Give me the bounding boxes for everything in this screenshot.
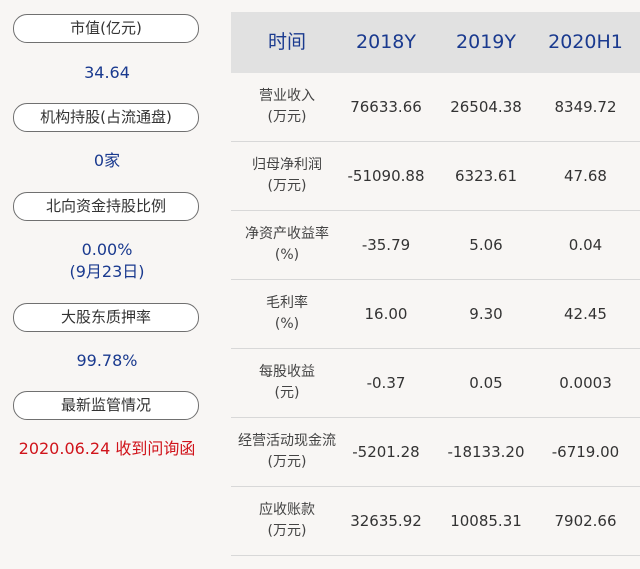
row-unit: (元) bbox=[274, 385, 300, 401]
table-row: 经营活动现金流 (万元) -5201.28 -18133.20 -6719.00 bbox=[231, 418, 640, 487]
row-unit: (%) bbox=[274, 316, 300, 332]
cell-2018y: 16.00 bbox=[364, 305, 408, 323]
northbound-holding-label: 北向资金持股比例 bbox=[13, 192, 199, 221]
table-row: 净资产收益率 (%) -35.79 5.06 0.04 bbox=[231, 211, 640, 280]
key-indicators-panel: 市值(亿元) 34.64 机构持股(占流通盘) 0家 北向资金持股比例 0.00… bbox=[0, 0, 214, 569]
cell-2018y: 32635.92 bbox=[350, 512, 422, 530]
row-label: 经营活动现金流 (万元) bbox=[231, 418, 343, 486]
row-unit: (万元) bbox=[267, 109, 307, 125]
cell-2019y: -18133.20 bbox=[447, 443, 525, 461]
row-name: 营业收入 bbox=[259, 88, 315, 104]
table-header: 时间 2018Y 2019Y 2020H1 bbox=[231, 12, 640, 73]
header-period: 时间 bbox=[267, 31, 306, 53]
cell-2020h1: 7902.66 bbox=[554, 512, 617, 530]
row-label: 净资产收益率 (%) bbox=[231, 211, 343, 279]
table-row: 毛利率 (%) 16.00 9.30 42.45 bbox=[231, 280, 640, 349]
cell-2020h1: 42.45 bbox=[564, 305, 607, 323]
table-row: 应收账款 (万元) 32635.92 10085.31 7902.66 bbox=[231, 487, 640, 556]
header-2018y: 2018Y bbox=[356, 31, 416, 53]
row-name: 归母净利润 bbox=[252, 157, 322, 173]
cell-2020h1: 0.04 bbox=[568, 236, 603, 254]
institutional-holding-value: 0家 bbox=[93, 151, 121, 170]
row-name: 每股收益 bbox=[259, 364, 315, 380]
cell-2020h1: 0.0003 bbox=[559, 374, 612, 392]
header-2019y: 2019Y bbox=[456, 31, 516, 53]
header-2020h1: 2020H1 bbox=[548, 31, 623, 53]
table-row: 归母净利润 (万元) -51090.88 6323.61 47.68 bbox=[231, 142, 640, 211]
regulatory-status-label: 最新监管情况 bbox=[13, 391, 199, 420]
regulatory-status-value: 2020.06.24 收到问询函 bbox=[18, 439, 196, 458]
cell-2019y: 5.06 bbox=[469, 236, 503, 254]
cell-2019y: 26504.38 bbox=[450, 98, 522, 116]
market-cap-value: 34.64 bbox=[84, 63, 130, 82]
row-name: 经营活动现金流 bbox=[238, 433, 336, 449]
pledge-ratio-label: 大股东质押率 bbox=[13, 303, 199, 332]
cell-2020h1: 47.68 bbox=[564, 167, 607, 185]
cell-2019y: 0.05 bbox=[469, 374, 503, 392]
row-name: 应收账款 bbox=[259, 502, 315, 518]
cell-2019y: 10085.31 bbox=[450, 512, 522, 530]
row-name: 净资产收益率 bbox=[245, 226, 329, 242]
row-unit: (万元) bbox=[267, 454, 307, 470]
row-unit: (%) bbox=[274, 247, 300, 263]
row-unit: (万元) bbox=[267, 523, 307, 539]
northbound-holding-value: 0.00% bbox=[81, 240, 133, 259]
row-label: 毛利率 (%) bbox=[231, 280, 343, 348]
market-cap-label: 市值(亿元) bbox=[13, 14, 199, 43]
table-row: 每股收益 (元) -0.37 0.05 0.0003 bbox=[231, 349, 640, 418]
cell-2019y: 9.30 bbox=[469, 305, 503, 323]
row-unit: (万元) bbox=[267, 178, 307, 194]
cell-2018y: -35.79 bbox=[361, 236, 411, 254]
cell-2020h1: -6719.00 bbox=[551, 443, 620, 461]
row-name: 毛利率 bbox=[266, 295, 308, 311]
cell-2018y: 76633.66 bbox=[350, 98, 422, 116]
cell-2018y: -5201.28 bbox=[352, 443, 420, 461]
pledge-ratio-value: 99.78% bbox=[76, 351, 138, 370]
institutional-holding-label: 机构持股(占流通盘) bbox=[13, 103, 199, 132]
cell-2019y: 6323.61 bbox=[454, 167, 518, 185]
row-label: 应收账款 (万元) bbox=[231, 487, 343, 555]
northbound-holding-date: (9月23日) bbox=[69, 262, 145, 281]
row-label: 每股收益 (元) bbox=[231, 349, 343, 417]
table-row: 营业收入 (万元) 76633.66 26504.38 8349.72 bbox=[231, 73, 640, 142]
cell-2018y: -0.37 bbox=[366, 374, 406, 392]
row-label: 营业收入 (万元) bbox=[231, 73, 343, 141]
row-label: 归母净利润 (万元) bbox=[231, 142, 343, 210]
cell-2018y: -51090.88 bbox=[347, 167, 425, 185]
financial-table: 时间 2018Y 2019Y 2020H1 营业收入 (万元) 76633.66… bbox=[231, 12, 640, 557]
cell-2020h1: 8349.72 bbox=[554, 98, 617, 116]
